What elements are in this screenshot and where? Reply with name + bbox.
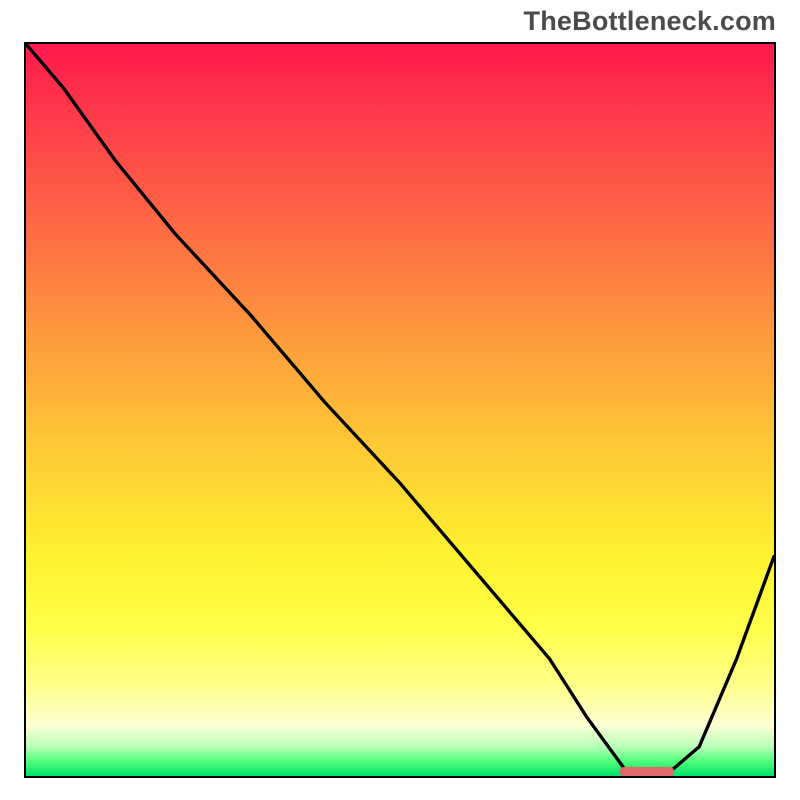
- chart-root: TheBottleneck.com: [0, 0, 800, 800]
- plot-area: [24, 42, 776, 778]
- watermark-text: TheBottleneck.com: [524, 6, 776, 37]
- efficiency-gradient-background: [26, 44, 774, 776]
